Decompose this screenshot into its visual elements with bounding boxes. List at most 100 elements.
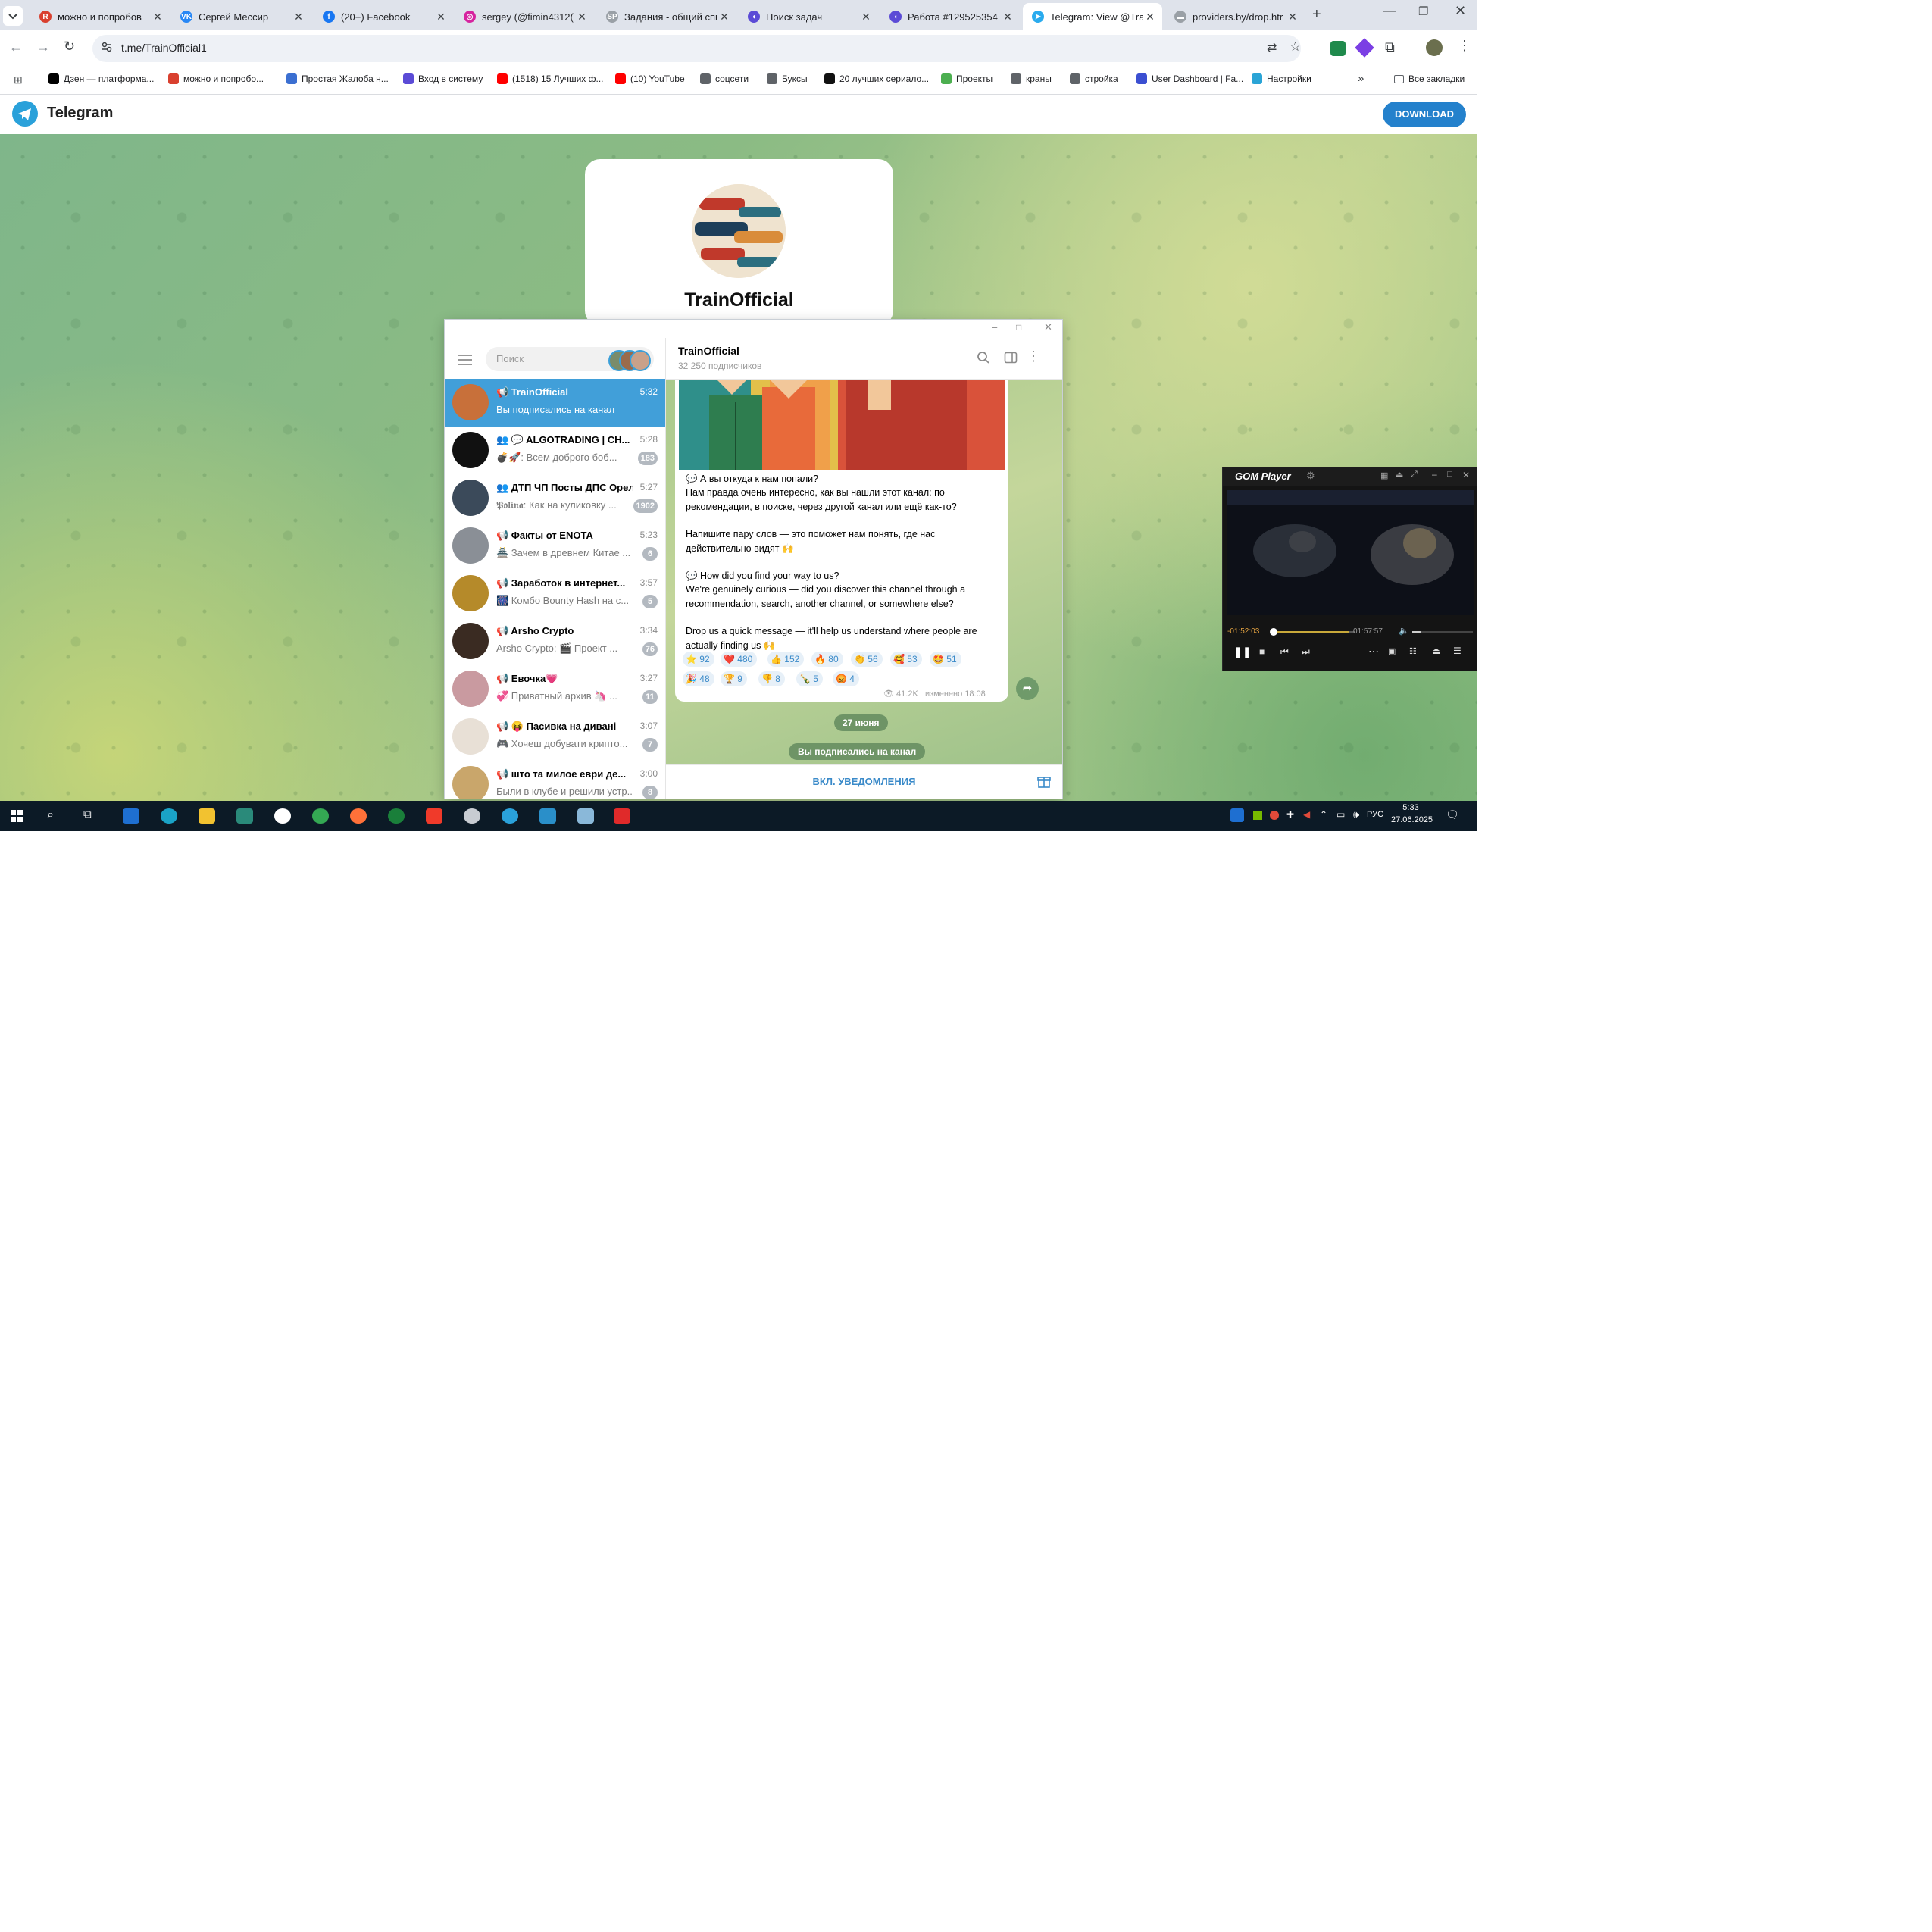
gom-video-frame[interactable] [1227,490,1474,615]
gom-equalizer-icon[interactable]: ☷ [1409,646,1417,656]
gom-subtitle-icon[interactable]: ▣ [1388,646,1396,656]
app-globe-icon[interactable] [388,808,405,824]
chat-list-item[interactable]: 👥 ДТП ЧП Посты ДПС Орел 5:27 𝕻𝖔𝖑𝖎𝖓𝖆: Как н… [445,474,665,522]
tray-snip-icon[interactable] [1230,808,1244,822]
download-button[interactable]: DOWNLOAD [1383,102,1466,127]
reaction-chip[interactable]: 🥰 53 [890,652,922,667]
tray-speaker-red-icon[interactable]: ◀ [1303,809,1310,820]
taskbar-search-icon[interactable]: ⌕ [47,808,54,822]
translate-icon[interactable]: ⇄ [1267,40,1277,55]
tab-close-icon[interactable]: ✕ [717,11,732,23]
tab-close-icon[interactable]: ✕ [574,11,589,23]
share-button[interactable]: ➦ [1016,677,1039,700]
app-minimize-button[interactable]: – [992,321,997,333]
search-input[interactable]: Поиск [486,347,654,371]
browser-tab[interactable]: ◖ Поиск задач ✕ [739,3,878,30]
reaction-chip[interactable]: 🎉 48 [683,671,714,686]
task-view-icon[interactable]: ⧉ [83,808,92,821]
browser-tab[interactable]: Rможно и попробов ✕ [30,3,170,30]
tab-close-icon[interactable]: ✕ [858,11,874,23]
tab-close-icon[interactable]: ✕ [150,11,165,23]
yandex-browser-icon[interactable] [274,808,291,824]
gom-pin-icon[interactable]: ⏏ [1396,470,1403,480]
chat-header-title[interactable]: TrainOfficial [678,345,739,357]
reaction-chip[interactable]: 🤩 51 [930,652,961,667]
reaction-chip[interactable]: 😡 4 [833,671,859,686]
restore-button[interactable]: ❐ [1418,5,1428,18]
tab-close-icon[interactable]: ✕ [1143,11,1158,23]
browser-tab[interactable]: SP Задания - общий спи ✕ [597,3,736,30]
tray-nvidia-icon[interactable] [1253,811,1262,820]
bookmark-item[interactable]: (10) YouTube [615,73,685,84]
tray-language[interactable]: РУС [1367,810,1383,819]
tray-volume-icon[interactable]: 🕪 [1353,808,1359,821]
chat-list-item[interactable]: 👥 💬 ALGOTRADING | CH... 5:28 💣🚀: Всем добр… [445,427,665,474]
chrome-icon[interactable] [312,808,329,824]
gom-eject-icon[interactable]: ⏏ [1432,646,1440,656]
bookmark-item[interactable]: Настройки [1252,73,1311,84]
bookmark-item[interactable]: User Dashboard | Fa... [1136,73,1243,84]
gom-prev-button[interactable]: ⏮ [1280,646,1289,658]
reaction-chip[interactable]: 🔥 80 [811,652,843,667]
reaction-chip[interactable]: 🍾 5 [796,671,823,686]
browser-tab[interactable]: ◖ Работа #129525354 - ✕ [880,3,1020,30]
chat-list-item[interactable]: 📢 TrainOfficial 5:32 Вы подписались на кан… [445,379,665,427]
reaction-chip[interactable]: 👎 8 [758,671,785,686]
extension-diamond-icon[interactable] [1355,38,1374,58]
bookmark-item[interactable]: стройка [1070,73,1118,84]
gom-menu-icon[interactable]: ☰ [1453,646,1462,656]
more-bookmarks-icon[interactable]: » [1358,72,1364,85]
tray-clock[interactable]: 5:33 27.06.2025 [1391,803,1433,824]
extensions-puzzle-icon[interactable]: ⧉ [1385,39,1395,55]
chat-list-item[interactable]: 📢 што та милое еври де... 3:00 Были в клуб… [445,761,665,799]
tab-close-icon[interactable]: ✕ [291,11,306,23]
enable-notifications-button[interactable]: ВКЛ. УВЕДОМЛЕНИЯ [666,776,1062,787]
site-info-icon[interactable] [102,42,112,52]
reaction-chip[interactable]: ❤️ 480 [721,652,758,667]
reaction-chip[interactable]: 👏 56 [851,652,883,667]
gom-close-button[interactable]: ✕ [1462,470,1470,480]
gom-seek-handle[interactable] [1270,628,1277,636]
gom-next-button[interactable]: ⏭ [1302,646,1310,658]
gom-volume-slider[interactable] [1412,631,1473,633]
firefox-icon[interactable] [350,808,367,824]
gom-more-button[interactable]: ⋯ [1368,645,1379,658]
story-avatar[interactable] [630,350,651,371]
bookmark-item[interactable]: Вход в систему [403,73,483,84]
reaction-chip[interactable]: 👍 152 [767,652,805,667]
bookmark-item[interactable]: Проекты [941,73,993,84]
extension-counter-icon[interactable] [1330,41,1346,56]
yandex-icon[interactable] [426,808,442,824]
back-button[interactable]: ← [9,39,23,55]
paint-icon[interactable] [464,808,480,824]
new-tab-button[interactable]: + [1312,6,1321,23]
bookmark-item[interactable]: Дзен — платформа... [48,73,154,84]
app-bird-icon[interactable] [539,808,556,824]
tray-app-icon[interactable] [1270,811,1279,820]
more-options-icon[interactable]: ⋮ [1027,349,1040,364]
tab-close-icon[interactable]: ✕ [1000,11,1015,23]
tab-close-icon[interactable]: ✕ [433,11,449,23]
sidebar-toggle-icon[interactable] [1004,351,1018,364]
gom-playlist-icon[interactable]: ▦ [1380,470,1388,480]
edge-icon[interactable] [161,808,177,824]
gom-taskbar-icon[interactable] [614,808,630,824]
chat-list-item[interactable]: 📢 Заработок в интернет... 3:57 🎆 Комбо Bou… [445,570,665,617]
start-button[interactable] [11,810,23,822]
bookmark-item[interactable]: можно и попробо... [168,73,264,84]
reaction-chip[interactable]: 🏆 9 [721,671,747,686]
app-maximize-button[interactable]: □ [1016,322,1021,333]
chat-list-item[interactable]: 📢 Евочка💗 3:27 💞 Приватный архив 🦄 ... 11 [445,665,665,713]
bookmark-item[interactable]: 20 лучших сериало... [824,73,929,84]
chat-list-item[interactable]: 📢 Arsho Crypto 3:34 Arsho Crypto: 🎬 Проект… [445,617,665,665]
gom-pause-button[interactable]: ❚❚ [1233,646,1251,658]
tray-chevron-icon[interactable]: ⌃ [1320,809,1327,820]
app-book-icon[interactable] [577,808,594,824]
browser-tab[interactable]: ◎ sergey (@fimin4312(✕ [455,3,594,30]
bookmark-item[interactable]: Буксы [767,73,808,84]
tab-search-button[interactable] [3,6,23,26]
gom-stop-button[interactable]: ■ [1259,646,1265,657]
browser-tab[interactable]: VK Сергей Мессир ✕ [171,3,311,30]
chat-list-item[interactable]: 📢 Факты от ENOTA 5:23 🏯 Зачем в древнем Ки… [445,522,665,570]
profile-avatar[interactable] [1426,39,1443,56]
